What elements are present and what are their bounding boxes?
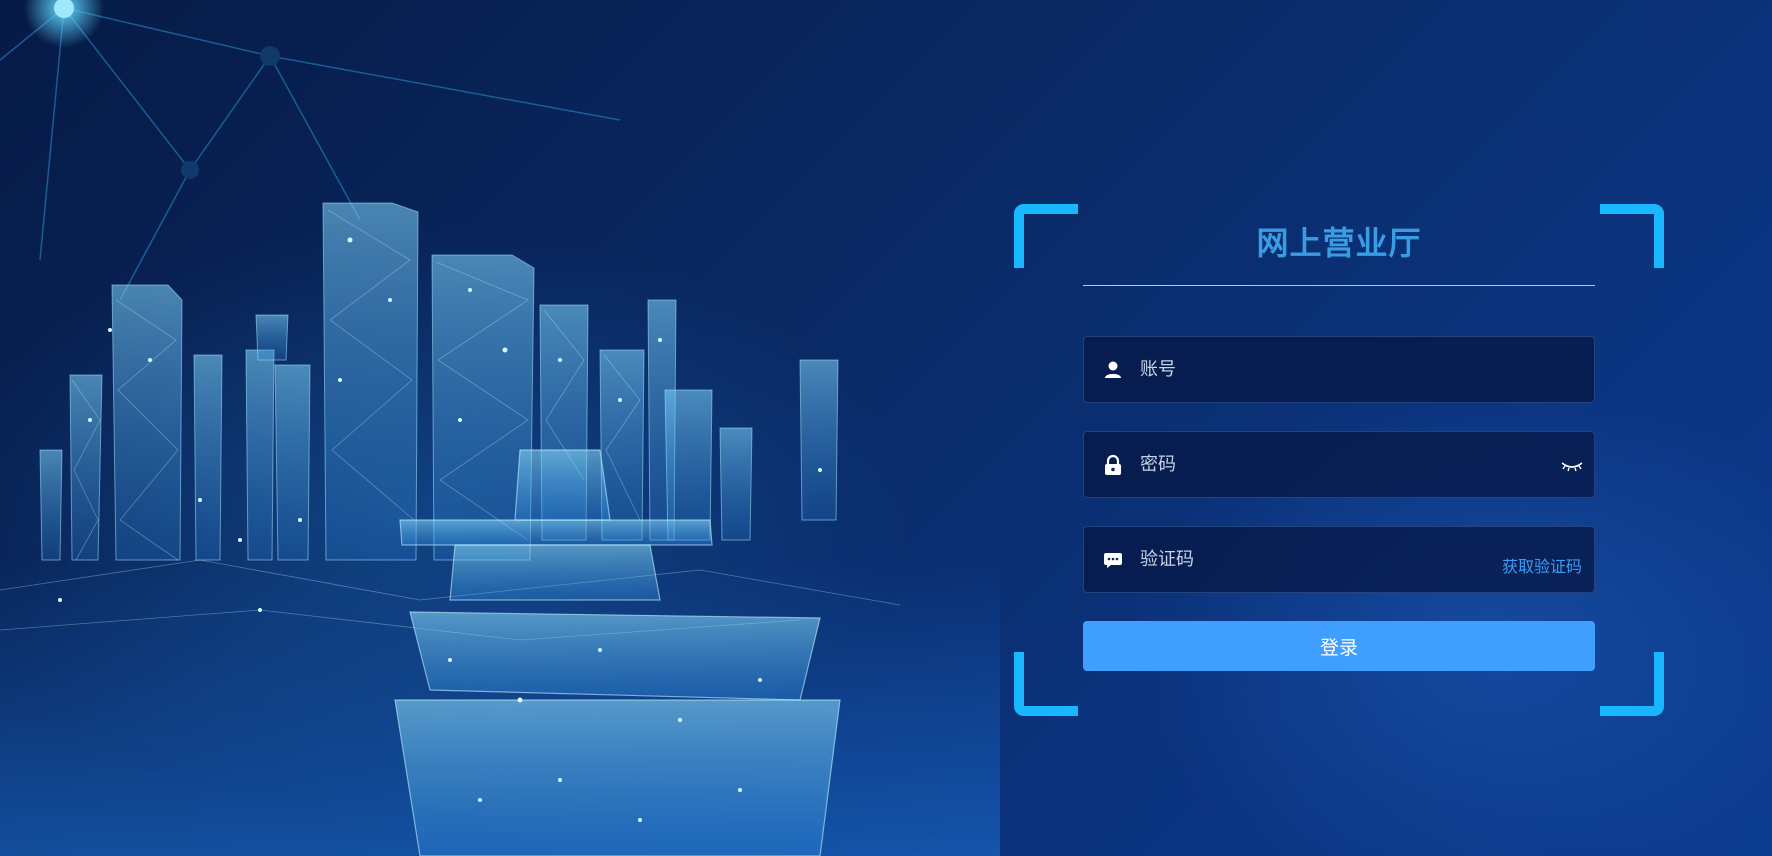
eye-closed-icon[interactable]	[1560, 454, 1584, 476]
message-icon	[1104, 553, 1122, 568]
lock-icon	[1105, 454, 1121, 475]
password-field[interactable]	[1083, 431, 1595, 498]
corner-frame-bottom-right	[1600, 652, 1664, 716]
corner-frame-top-right	[1600, 204, 1664, 268]
user-icon	[1105, 361, 1121, 378]
login-panel: 网上营业厅 账号 验证码 获取验证码 登录	[1014, 204, 1664, 716]
title-divider	[1083, 285, 1595, 286]
get-captcha-link[interactable]: 获取验证码	[1502, 553, 1582, 577]
password-input[interactable]	[1140, 432, 1520, 497]
captcha-input[interactable]	[1140, 527, 1520, 592]
page-title: 网上营业厅	[1256, 224, 1422, 262]
corner-frame-bottom-left	[1014, 652, 1078, 716]
corner-frame-top-left	[1014, 204, 1078, 268]
account-field[interactable]	[1083, 336, 1595, 403]
login-page: 网上营业厅 账号 验证码 获取验证码 登录	[0, 0, 1772, 856]
captcha-field[interactable]: 获取验证码	[1083, 526, 1595, 593]
login-button[interactable]: 登录	[1083, 621, 1595, 671]
account-input[interactable]	[1140, 337, 1520, 402]
